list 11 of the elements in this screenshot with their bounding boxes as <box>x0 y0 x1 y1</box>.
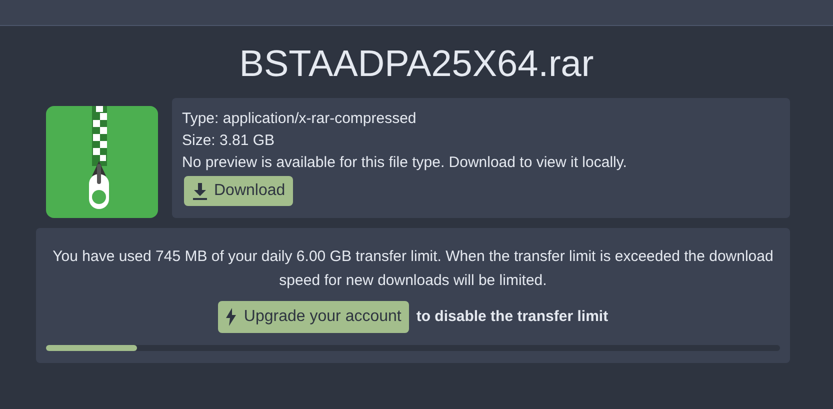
upgrade-suffix: to disable the transfer limit <box>416 306 608 327</box>
file-title: BSTAADPA25X64.rar <box>239 42 594 86</box>
lightning-icon <box>226 308 236 326</box>
upgrade-button[interactable]: Upgrade your account <box>218 301 410 333</box>
download-button[interactable]: Download <box>184 176 294 206</box>
preview-note: No preview is available for this file type. Download to view it locally. <box>182 153 627 173</box>
transfer-limit-message: You have used 745 MB of your daily 6.00 GB transfer limit. When the transfer limit is exceeded the download speed for new downloads will be limited. <box>52 247 774 291</box>
file-type: Type: application/x-rar-compressed <box>182 109 416 129</box>
download-icon <box>192 182 208 200</box>
zip-file-icon <box>46 106 158 218</box>
file-size: Size: 3.81 GB <box>182 131 275 151</box>
